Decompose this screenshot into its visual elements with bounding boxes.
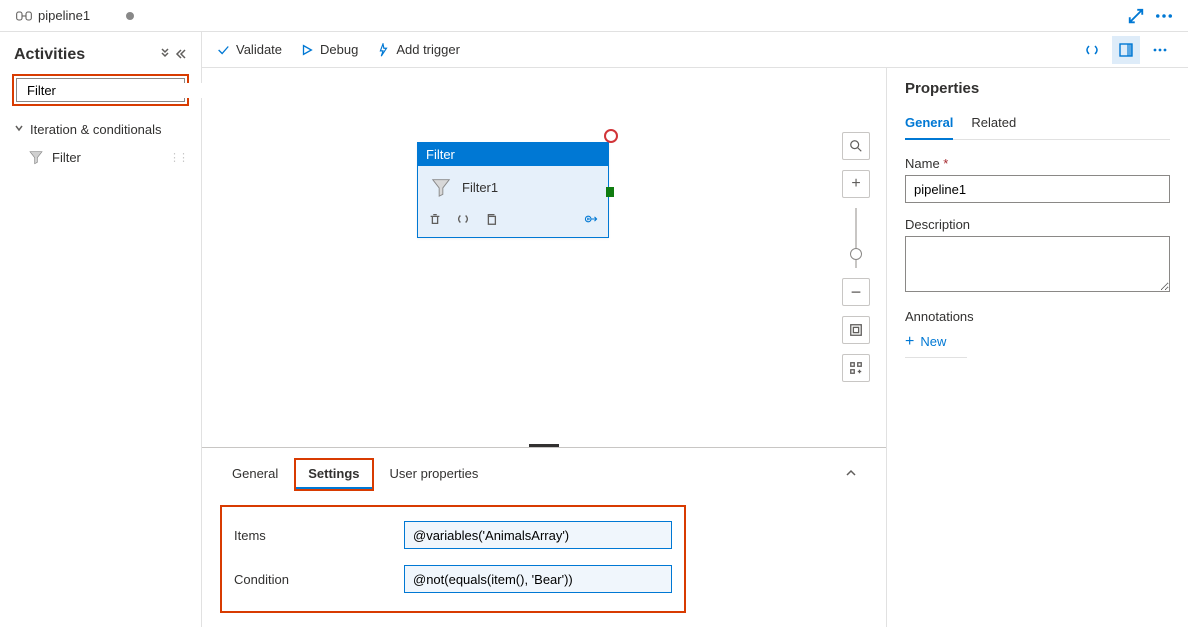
category-iteration-conditionals[interactable]: Iteration & conditionals: [8, 116, 193, 143]
toolbar-more-button[interactable]: [1146, 36, 1174, 64]
condition-label: Condition: [234, 572, 404, 587]
node-name: Filter1: [462, 180, 498, 195]
validate-button[interactable]: Validate: [216, 42, 282, 57]
canvas-toolbar: Validate Debug Add trigger: [202, 32, 1188, 68]
canvas-controls: + −: [842, 132, 870, 382]
zoom-slider[interactable]: [855, 208, 857, 268]
fit-to-screen-button[interactable]: [842, 316, 870, 344]
condition-expression-input[interactable]: [404, 565, 672, 593]
activities-title: Activities: [14, 46, 85, 64]
zoom-in-button[interactable]: +: [842, 170, 870, 198]
canvas-search-button[interactable]: [842, 132, 870, 160]
items-expression-input[interactable]: [404, 521, 672, 549]
collapse-panel-icon[interactable]: [175, 48, 187, 63]
pipeline-description-input[interactable]: [905, 236, 1170, 292]
pipeline-name-input[interactable]: [905, 175, 1170, 203]
add-trigger-button[interactable]: Add trigger: [376, 42, 460, 57]
expand-icon[interactable]: [1126, 6, 1146, 26]
pipeline-tab[interactable]: pipeline1: [8, 4, 142, 27]
properties-panel: Properties General Related Name Descript…: [886, 68, 1188, 627]
zoom-out-button[interactable]: −: [842, 278, 870, 306]
props-tab-related[interactable]: Related: [971, 109, 1016, 140]
expand-all-icon[interactable]: [159, 48, 171, 63]
tab-settings[interactable]: Settings: [296, 460, 371, 489]
annotations-label: Annotations: [905, 309, 1170, 324]
auto-align-button[interactable]: [842, 354, 870, 382]
add-annotation-button[interactable]: + New: [905, 334, 967, 358]
props-tab-general[interactable]: General: [905, 109, 953, 140]
tab-general[interactable]: General: [220, 460, 290, 489]
description-label: Description: [905, 217, 1170, 232]
filter-icon: [430, 176, 452, 198]
pipeline-canvas[interactable]: Filter Filter1: [202, 68, 886, 447]
properties-toggle-button[interactable]: [1112, 36, 1140, 64]
delete-button[interactable]: [428, 212, 442, 229]
activities-panel: Activities Iteration & conditionals: [0, 32, 202, 627]
clone-button[interactable]: [484, 212, 498, 229]
properties-title: Properties: [905, 80, 1170, 97]
settings-tab-highlight: Settings: [294, 458, 373, 491]
name-label: Name: [905, 156, 1170, 171]
tab-user-properties[interactable]: User properties: [378, 460, 491, 489]
pipeline-icon: [16, 9, 32, 23]
success-connector[interactable]: [606, 187, 614, 197]
settings-highlight: Items Condition: [220, 505, 686, 613]
debug-button[interactable]: Debug: [300, 42, 358, 57]
chevron-down-icon: [14, 123, 24, 136]
code-view-button[interactable]: [1078, 36, 1106, 64]
collapse-panel-button[interactable]: [844, 466, 868, 483]
drag-handle-icon[interactable]: ⋮⋮: [169, 151, 187, 164]
code-button[interactable]: [456, 212, 470, 229]
document-tab-bar: pipeline1: [0, 0, 1188, 32]
resize-handle[interactable]: [529, 444, 559, 447]
search-highlight: [12, 74, 189, 106]
activities-search-input[interactable]: [23, 83, 203, 98]
filter-icon: [28, 149, 44, 165]
filter-activity-node[interactable]: Filter Filter1: [417, 142, 609, 238]
items-label: Items: [234, 528, 404, 543]
pipeline-tab-title: pipeline1: [38, 8, 90, 23]
activity-item-filter[interactable]: Filter ⋮⋮: [8, 143, 193, 171]
more-icon[interactable]: [1154, 6, 1174, 26]
activity-details-panel: General Settings User properties Items: [202, 447, 886, 627]
unsaved-indicator-icon: [126, 12, 134, 20]
node-type-label: Filter: [418, 143, 608, 166]
execute-button[interactable]: [584, 212, 598, 229]
validation-error-icon: [604, 129, 618, 143]
